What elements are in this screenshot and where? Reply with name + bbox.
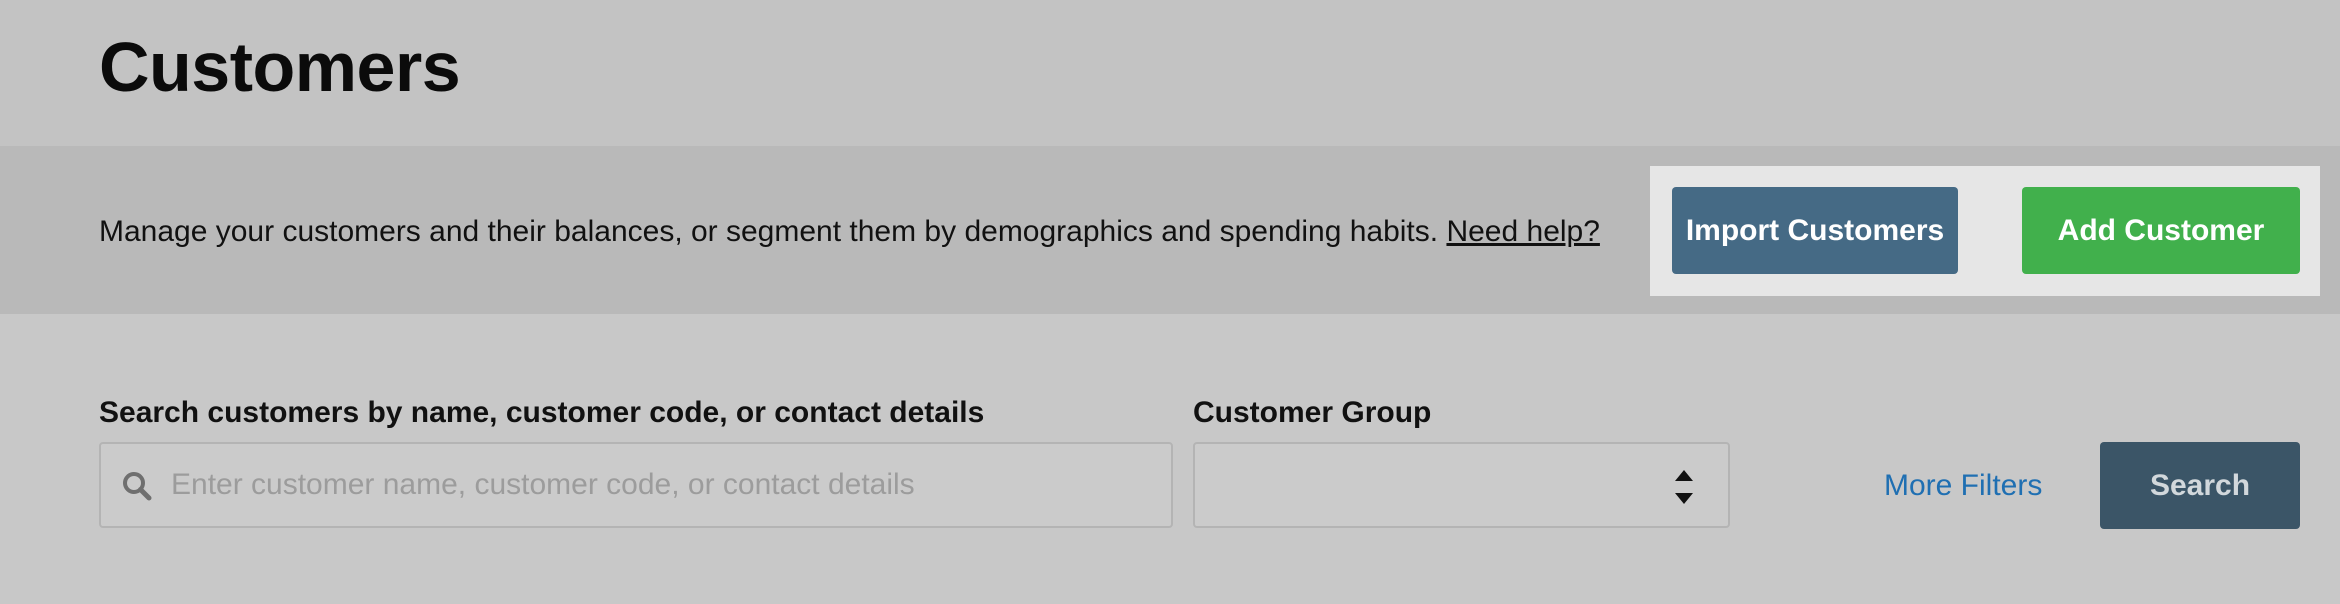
- select-arrows-icon: [1675, 470, 1693, 504]
- add-customer-button[interactable]: Add Customer: [2022, 187, 2300, 274]
- import-customers-button[interactable]: Import Customers: [1672, 187, 1958, 274]
- page-title: Customers: [99, 28, 461, 106]
- search-box[interactable]: [99, 442, 1173, 528]
- page-header: Customers: [0, 0, 2340, 146]
- search-icon: [123, 472, 152, 501]
- search-field-label: Search customers by name, customer code,…: [99, 396, 985, 429]
- more-filters-link[interactable]: More Filters: [1884, 466, 2042, 506]
- customer-group-label: Customer Group: [1193, 396, 1432, 429]
- customer-group-select[interactable]: [1193, 442, 1730, 528]
- search-button[interactable]: Search: [2100, 442, 2300, 529]
- description-text: Manage your customers and their balances…: [99, 215, 1439, 248]
- need-help-link[interactable]: Need help?: [1446, 215, 1599, 248]
- search-input[interactable]: [171, 444, 1151, 526]
- page-description: Manage your customers and their balances…: [99, 212, 1600, 252]
